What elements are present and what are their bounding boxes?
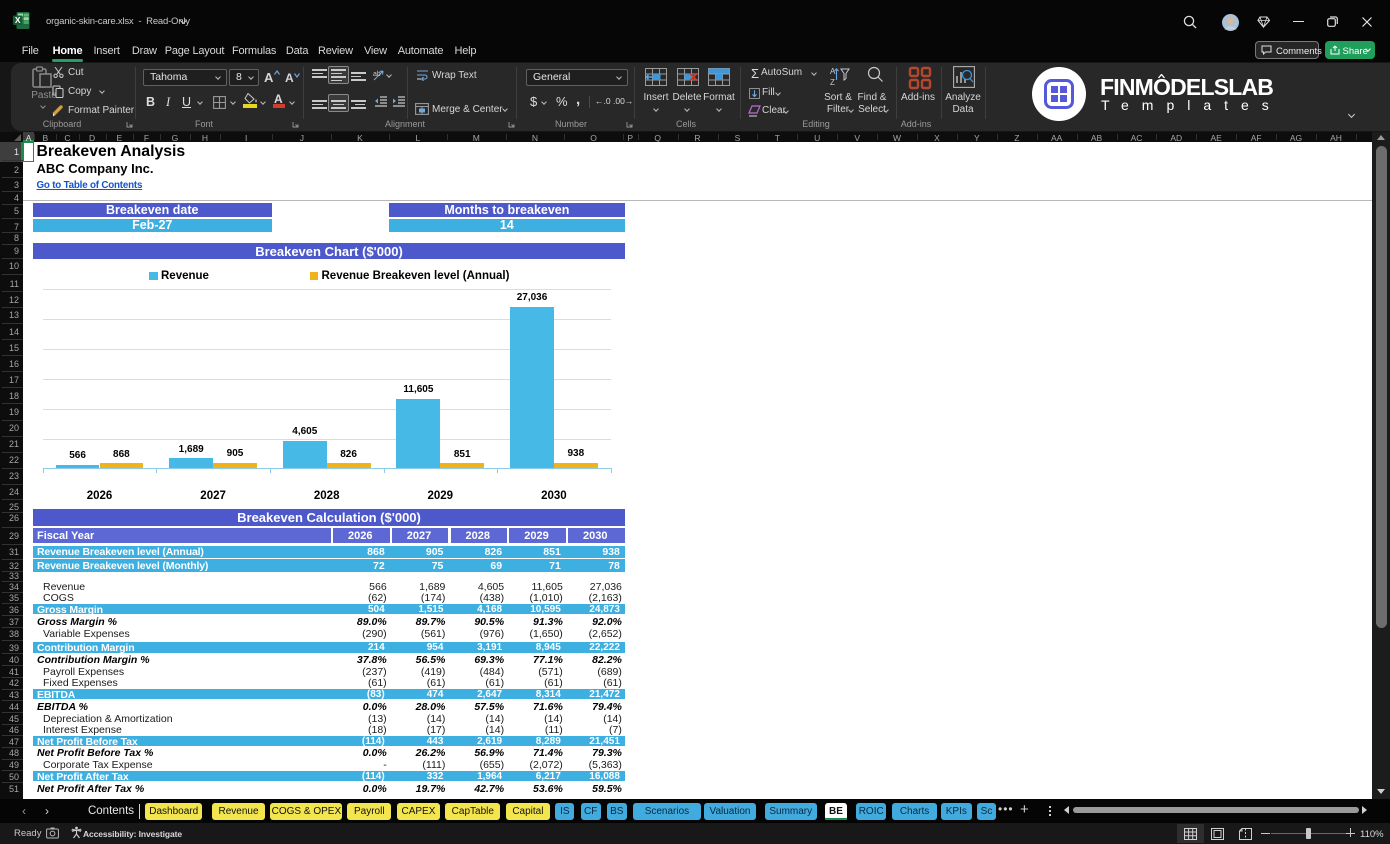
svg-text:ab: ab <box>373 71 381 78</box>
svg-text:X: X <box>15 15 21 25</box>
svg-text:A: A <box>830 67 836 76</box>
svg-text:Z: Z <box>830 78 835 86</box>
